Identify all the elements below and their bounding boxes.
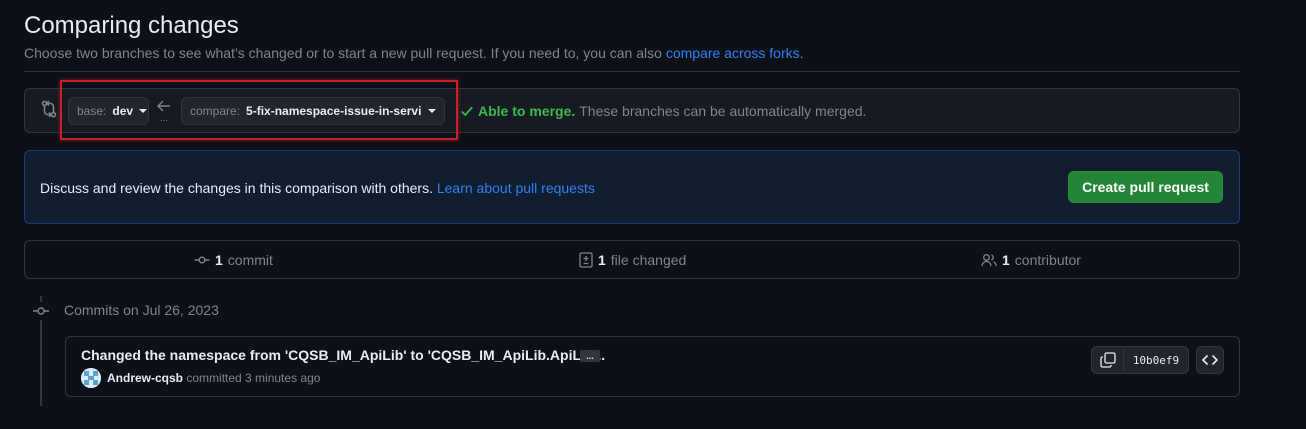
subtitle-text: Choose two branches to see what’s change… xyxy=(24,45,666,61)
commit-list-item xyxy=(65,336,1240,397)
commits-count: 1 xyxy=(215,252,223,268)
copy-sha-button[interactable] xyxy=(1092,347,1124,373)
contributors-stat[interactable]: 1 contributor xyxy=(981,252,1081,268)
avatar-pattern xyxy=(81,368,101,388)
create-pull-request-button[interactable]: Create pull request xyxy=(1068,171,1223,203)
avatar[interactable] xyxy=(81,368,101,388)
commit-sha-group: 10b0ef9 xyxy=(1091,346,1189,374)
expand-commit-message-button[interactable]: ... xyxy=(580,350,600,362)
commit-sha-link[interactable]: 10b0ef9 xyxy=(1124,347,1188,373)
file-diff-icon xyxy=(579,252,593,268)
copy-icon xyxy=(1099,352,1116,368)
git-commit-icon xyxy=(194,256,210,264)
contributors-count: 1 xyxy=(1002,252,1010,268)
highlight-box xyxy=(60,80,458,140)
commit-author-line: Andrew-cqsb committed 3 minutes ago xyxy=(107,371,320,385)
people-icon xyxy=(981,254,997,267)
subtitle-end: . xyxy=(799,45,804,61)
commit-message-link[interactable]: Changed the namespace from 'CQSB_IM_ApiL… xyxy=(81,347,605,363)
git-compare-icon xyxy=(41,100,57,118)
files-changed-stat[interactable]: 1 file changed xyxy=(579,252,686,268)
commit-author-link[interactable]: Andrew-cqsb xyxy=(107,371,183,385)
check-icon xyxy=(461,106,473,117)
git-commit-icon xyxy=(32,302,50,320)
learn-pull-requests-link[interactable]: Learn about pull requests xyxy=(437,180,595,196)
discuss-text: Discuss and review the changes in this c… xyxy=(40,180,595,196)
commits-label: commit xyxy=(227,252,273,268)
compare-across-forks-link[interactable]: compare across forks xyxy=(666,45,800,61)
commits-stat[interactable]: 1 commit xyxy=(194,252,273,268)
browse-repository-button[interactable] xyxy=(1196,346,1224,374)
page-title: Comparing changes xyxy=(24,12,239,39)
commits-date-heading: Commits on Jul 26, 2023 xyxy=(64,302,219,318)
contributors-label: contributor xyxy=(1014,252,1081,268)
files-label: file changed xyxy=(610,252,687,268)
merge-status-desc: These branches can be automatically merg… xyxy=(579,103,867,119)
page-subtitle: Choose two branches to see what’s change… xyxy=(24,45,804,61)
merge-status: Able to merge. These branches can be aut… xyxy=(460,103,866,119)
files-count: 1 xyxy=(598,252,606,268)
code-icon xyxy=(1202,354,1218,366)
divider xyxy=(24,71,1240,72)
discuss-text-body: Discuss and review the changes in this c… xyxy=(40,180,437,196)
commit-time: committed 3 minutes ago xyxy=(186,371,321,385)
merge-status-text: Able to merge. xyxy=(478,103,576,119)
